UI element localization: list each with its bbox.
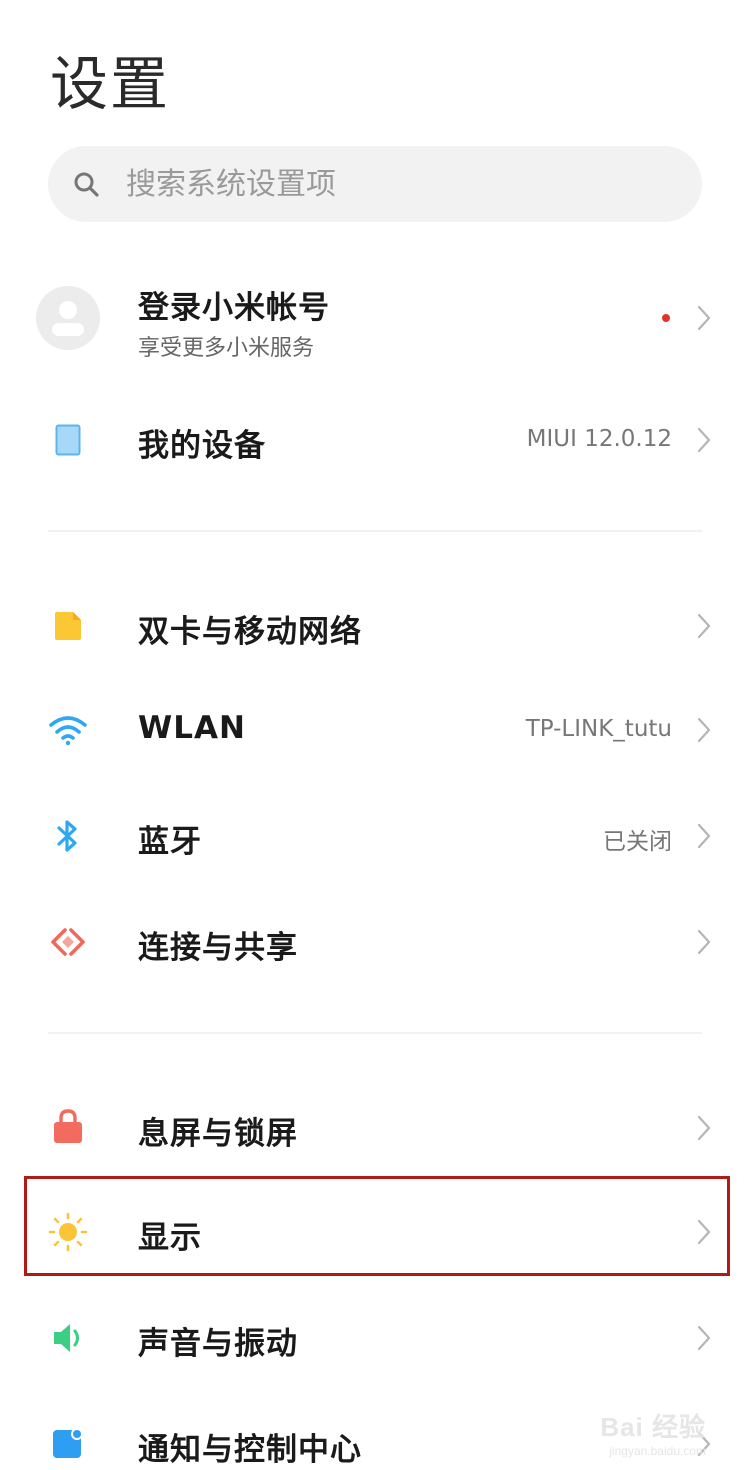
- settings-item-label: 蓝牙: [138, 824, 202, 860]
- device-icon: [44, 416, 92, 464]
- chevron-right-icon: [692, 715, 716, 745]
- settings-item-dual-sim[interactable]: 双卡与移动网络: [0, 596, 750, 656]
- bluetooth-icon: [44, 812, 92, 860]
- settings-item-value: TP-LINK_tutu: [525, 716, 672, 742]
- my-device-value: MIUI 12.0.12: [526, 426, 672, 452]
- chevron-right-icon: [692, 1323, 716, 1353]
- settings-item-label: 声音与振动: [138, 1326, 298, 1362]
- chevron-right-icon: [692, 1113, 716, 1143]
- chevron-right-icon: [692, 425, 716, 455]
- section-divider: [48, 530, 702, 532]
- settings-item-lock-screen[interactable]: 息屏与锁屏: [0, 1098, 750, 1158]
- chevron-right-icon: [692, 303, 716, 333]
- settings-item-wlan[interactable]: WLAN TP-LINK_tutu: [0, 700, 750, 760]
- account-title: 登录小米帐号: [138, 290, 330, 326]
- watermark-sub: jingyan.baidu.com: [609, 1444, 706, 1458]
- settings-item-value: 已关闭: [603, 829, 672, 855]
- settings-item-sound[interactable]: 声音与振动: [0, 1308, 750, 1368]
- search-bar[interactable]: [48, 146, 702, 222]
- settings-item-label: 连接与共享: [138, 930, 298, 966]
- baidu-watermark: Bai 经验 jingyan.baidu.com: [600, 1407, 706, 1458]
- search-input[interactable]: [124, 165, 648, 203]
- settings-item-bluetooth[interactable]: 蓝牙 已关闭: [0, 806, 750, 866]
- display-highlight-box: [24, 1176, 730, 1276]
- settings-item-label: WLAN: [138, 710, 246, 746]
- settings-item-connection-share[interactable]: 连接与共享: [0, 912, 750, 972]
- account-login-row[interactable]: 登录小米帐号 享受更多小米服务: [0, 286, 750, 361]
- chevron-right-icon: [692, 611, 716, 641]
- my-device-row[interactable]: 我的设备 MIUI 12.0.12: [0, 410, 750, 470]
- notification-icon: [44, 1420, 92, 1468]
- settings-item-label: 通知与控制中心: [138, 1432, 362, 1468]
- settings-item-label: 息屏与锁屏: [138, 1116, 298, 1152]
- search-icon: [70, 168, 102, 200]
- settings-page: 设置 登录小米帐号 享受更多小米服务 我的设备 MIUI 12.: [0, 0, 750, 1470]
- speaker-icon: [44, 1314, 92, 1362]
- wifi-icon: [44, 706, 92, 754]
- chevron-right-icon: [692, 927, 716, 957]
- chevron-right-icon: [692, 821, 716, 851]
- page-title: 设置: [50, 50, 171, 118]
- connection-share-icon: [44, 918, 92, 966]
- my-device-label: 我的设备: [138, 428, 266, 464]
- sim-card-icon: [44, 602, 92, 650]
- notification-dot: [662, 314, 670, 322]
- lock-icon: [44, 1102, 92, 1150]
- account-subtitle: 享受更多小米服务: [138, 336, 315, 361]
- settings-item-label: 双卡与移动网络: [138, 614, 362, 650]
- section-divider: [48, 1032, 702, 1034]
- watermark-main: Bai 经验: [600, 1412, 706, 1442]
- avatar-icon: [36, 286, 100, 350]
